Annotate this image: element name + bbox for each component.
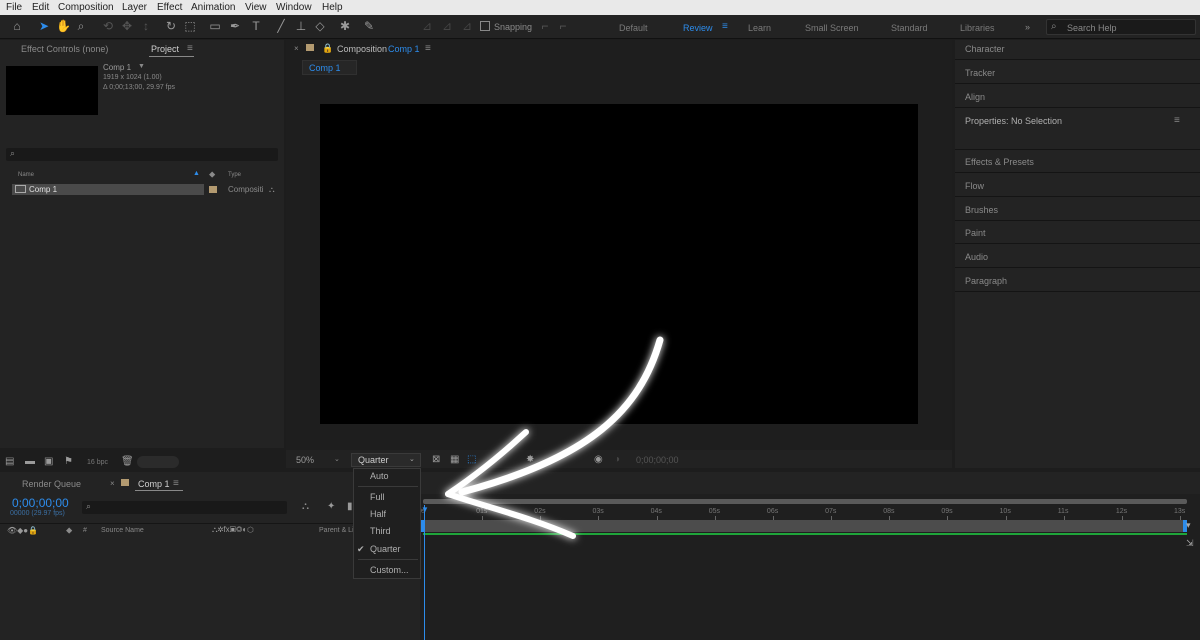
annotation-arrow: [445, 336, 664, 539]
